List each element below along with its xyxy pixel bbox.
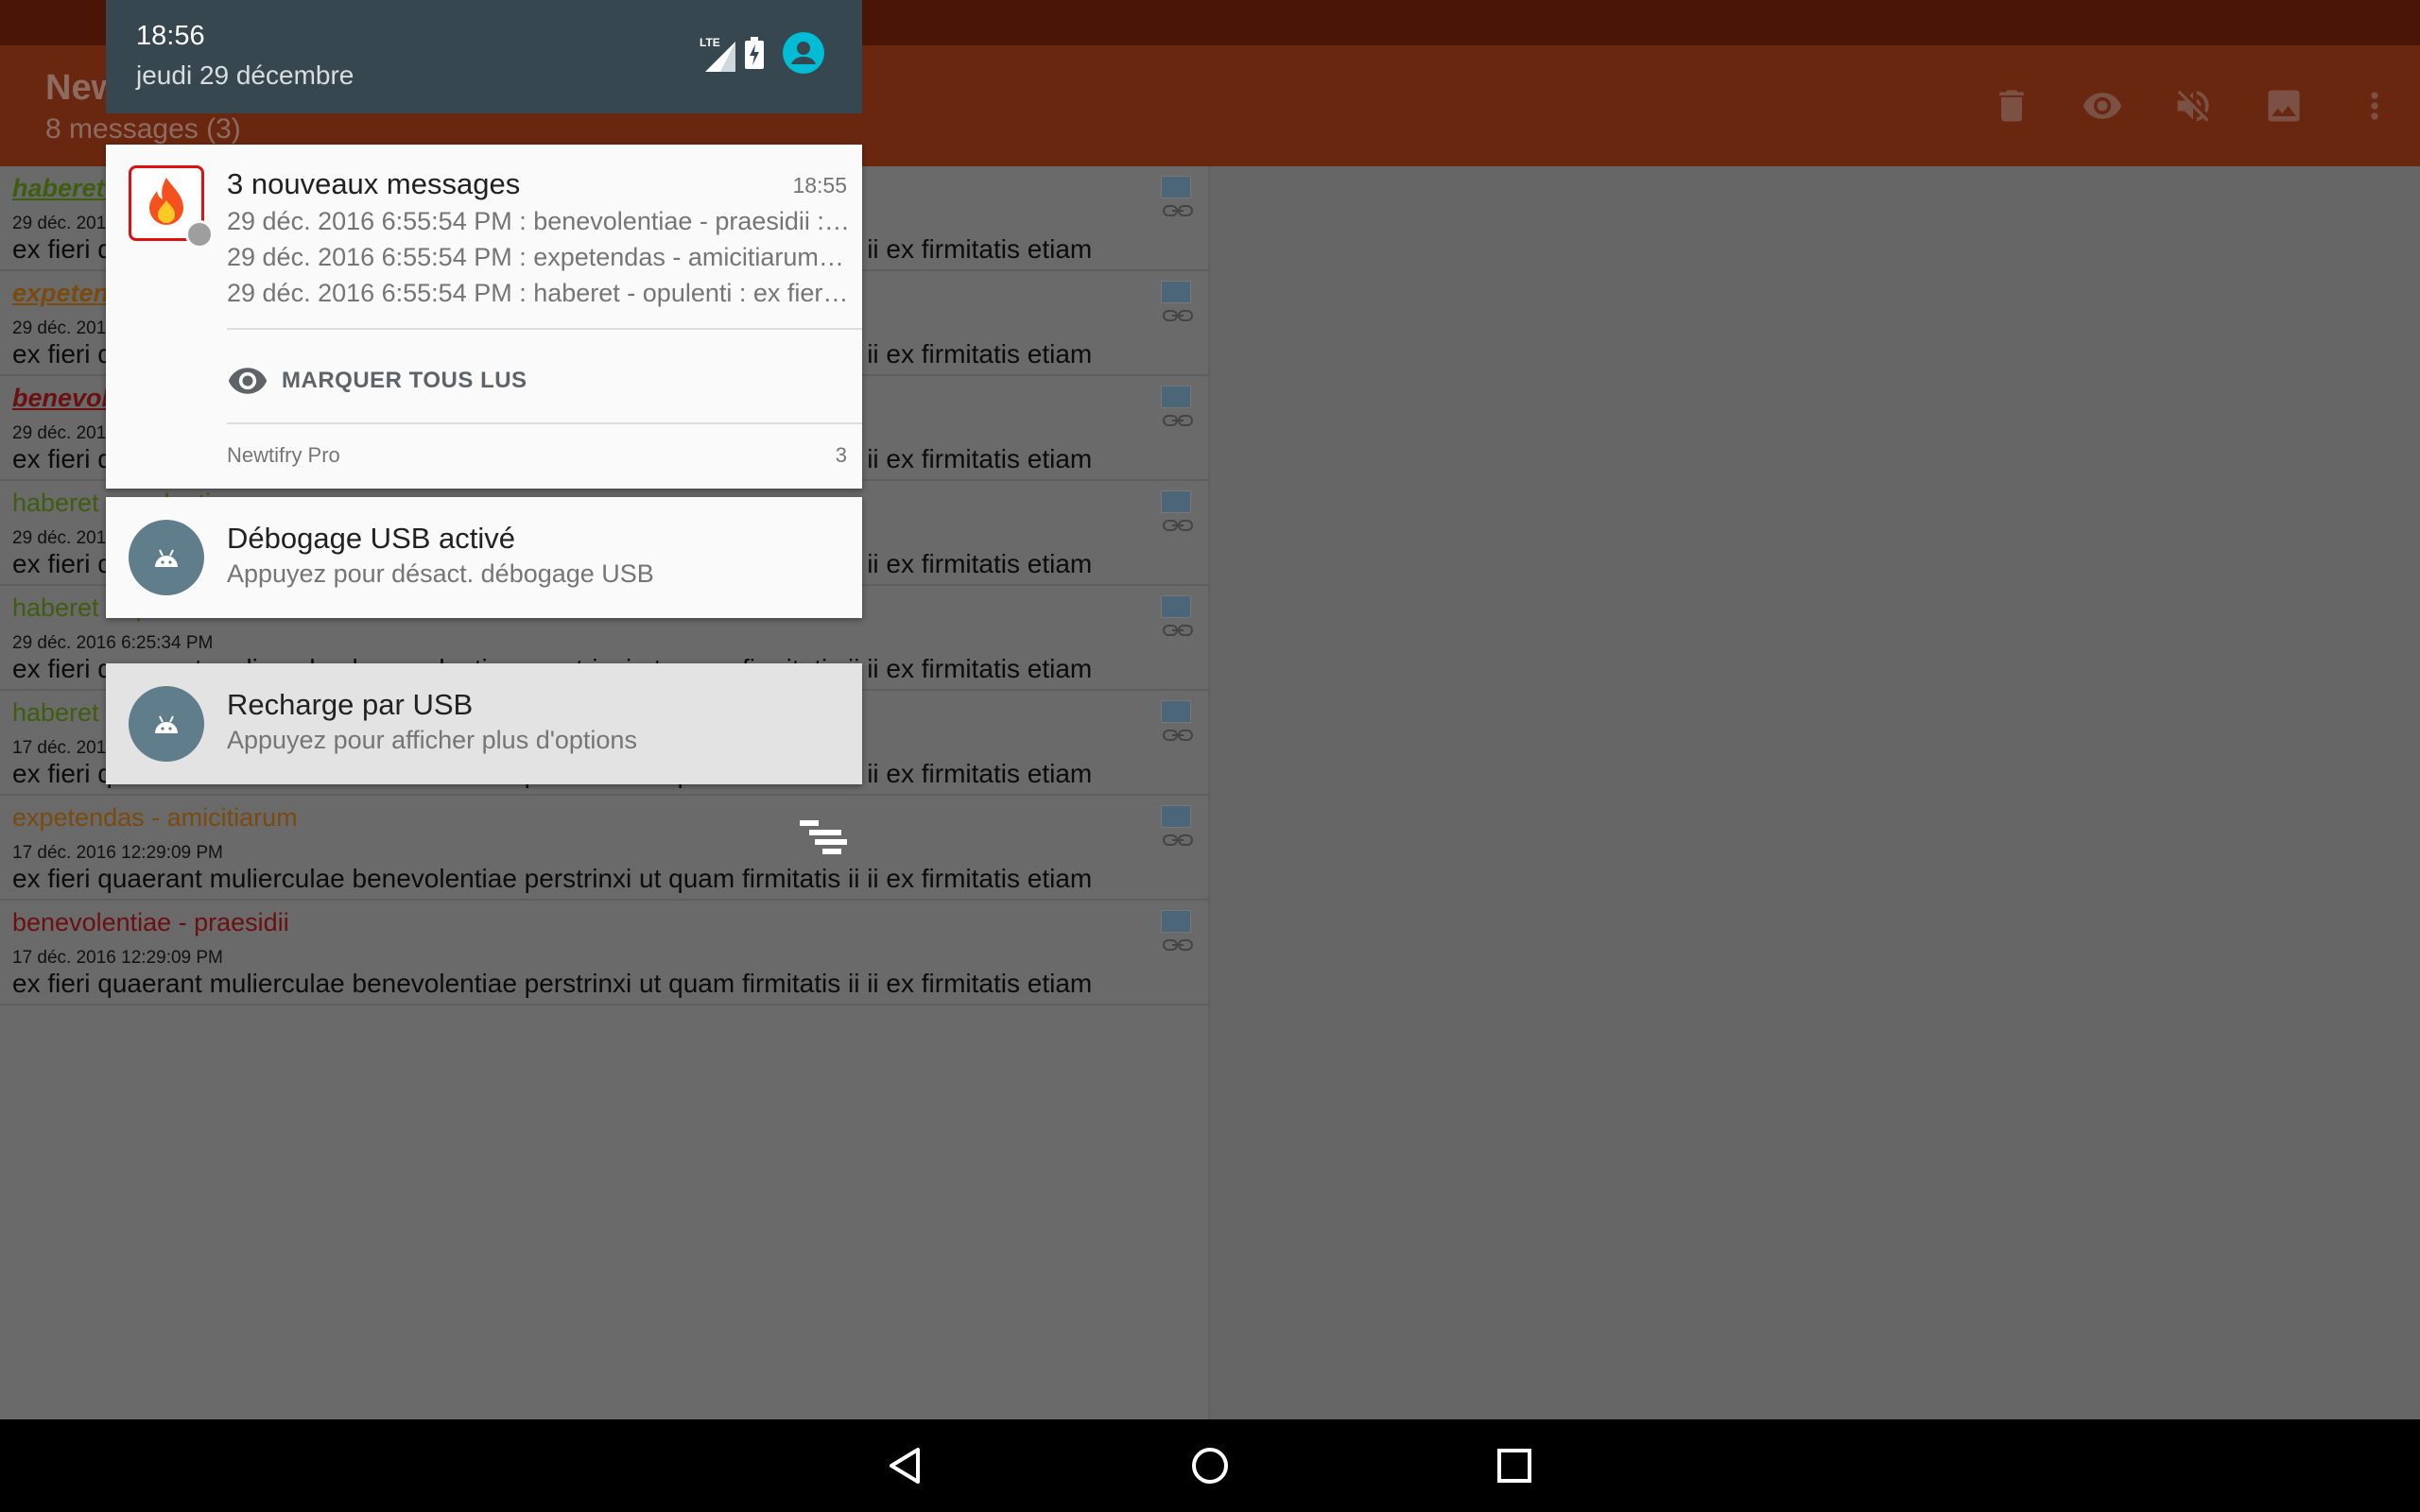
notification-count: 3 [835,443,847,467]
notification-line: 29 déc. 2016 6:55:54 PM : haberet - opul… [227,279,851,307]
notification-line: 29 déc. 2016 6:55:54 PM : benevolentiae … [227,207,851,235]
delete-icon[interactable] [1966,60,2057,151]
detail-pane [1210,166,2420,1419]
link-icon[interactable] [1163,729,1193,742]
mute-icon[interactable] [2148,60,2238,151]
divider [227,328,862,330]
divider [227,422,862,424]
link-icon[interactable] [1163,309,1193,322]
image-icon[interactable] [1161,490,1191,513]
mark-all-read-button[interactable]: MARQUER TOUS LUS [227,360,527,402]
eye-icon [228,368,268,394]
navigation-bar [0,1419,2420,1512]
link-icon[interactable] [1163,624,1193,637]
more-vert-icon[interactable] [2329,60,2420,151]
link-icon[interactable] [1163,833,1193,847]
link-icon[interactable] [1163,204,1193,217]
signal-icon: LTE [700,36,735,72]
notification-app-name: Newtifry Pro [227,443,340,467]
notification-time: 18:55 [792,173,847,198]
message-date: 17 déc. 2016 12:29:09 PM [12,948,223,968]
usb-debugging-notification[interactable]: Débogage USB activé Appuyez pour désact.… [106,497,862,618]
app-subtitle: 8 messages (3) [45,113,241,145]
user-avatar-icon[interactable] [783,32,824,78]
network-type: LTE [700,35,720,49]
image-icon[interactable] [2238,60,2329,151]
usb-charging-notification[interactable]: Recharge par USB Appuyez pour afficher p… [106,663,862,784]
message-body: ex fieri quaerant mulierculae benevolent… [12,969,1093,998]
clock: 18:56 [136,21,205,51]
app-badge-icon [185,220,214,249]
message-body: ex fieri quaerant mulierculae benevolent… [12,864,1093,893]
message-row[interactable]: expetendas - amicitiarum 17 déc. 2016 12:… [0,796,1208,901]
image-icon[interactable] [1161,595,1191,618]
shade-date[interactable]: jeudi 29 décembre [136,60,354,91]
android-icon [129,686,204,762]
image-icon[interactable] [1161,910,1191,933]
home-icon[interactable] [1186,1442,1234,1489]
link-icon[interactable] [1163,938,1193,952]
link-icon[interactable] [1163,414,1193,427]
message-date: 17 déc. 2016 12:29:09 PM [12,843,223,863]
image-icon[interactable] [1161,386,1191,408]
eye-icon[interactable] [2057,60,2148,151]
link-icon[interactable] [1163,519,1193,532]
shade-header: 18:56 jeudi 29 décembre LTE [106,0,862,113]
drag-handle-icon[interactable] [800,820,847,856]
image-icon[interactable] [1161,805,1191,828]
image-icon[interactable] [1161,281,1191,303]
usb-charging-title: Recharge par USB [227,688,474,721]
notification-line: 29 déc. 2016 6:55:54 PM : expetendas - a… [227,243,851,271]
usb-debugging-title: Débogage USB activé [227,522,516,555]
message-title: benevolentiae - praesidii [12,908,289,936]
usb-debugging-subtitle: Appuyez pour désact. débogage USB [227,559,654,588]
image-icon[interactable] [1161,176,1191,198]
usb-charging-subtitle: Appuyez pour afficher plus d'options [227,726,637,754]
message-row[interactable]: benevolentiae - praesidii 17 déc. 2016 12… [0,901,1208,1005]
image-icon[interactable] [1161,700,1191,723]
battery-charging-icon [745,37,764,74]
newtifry-notification[interactable]: 3 nouveaux messages 18:55 29 déc. 2016 6… [106,145,862,489]
back-icon[interactable] [882,1442,929,1489]
notification-title: 3 nouveaux messages [227,167,521,200]
message-title: expetendas - amicitiarum [12,803,298,832]
recents-icon[interactable] [1491,1442,1538,1489]
android-icon [129,520,204,595]
mark-all-read-label: MARQUER TOUS LUS [282,368,527,393]
message-date: 29 déc. 2016 6:25:34 PM [12,633,214,653]
